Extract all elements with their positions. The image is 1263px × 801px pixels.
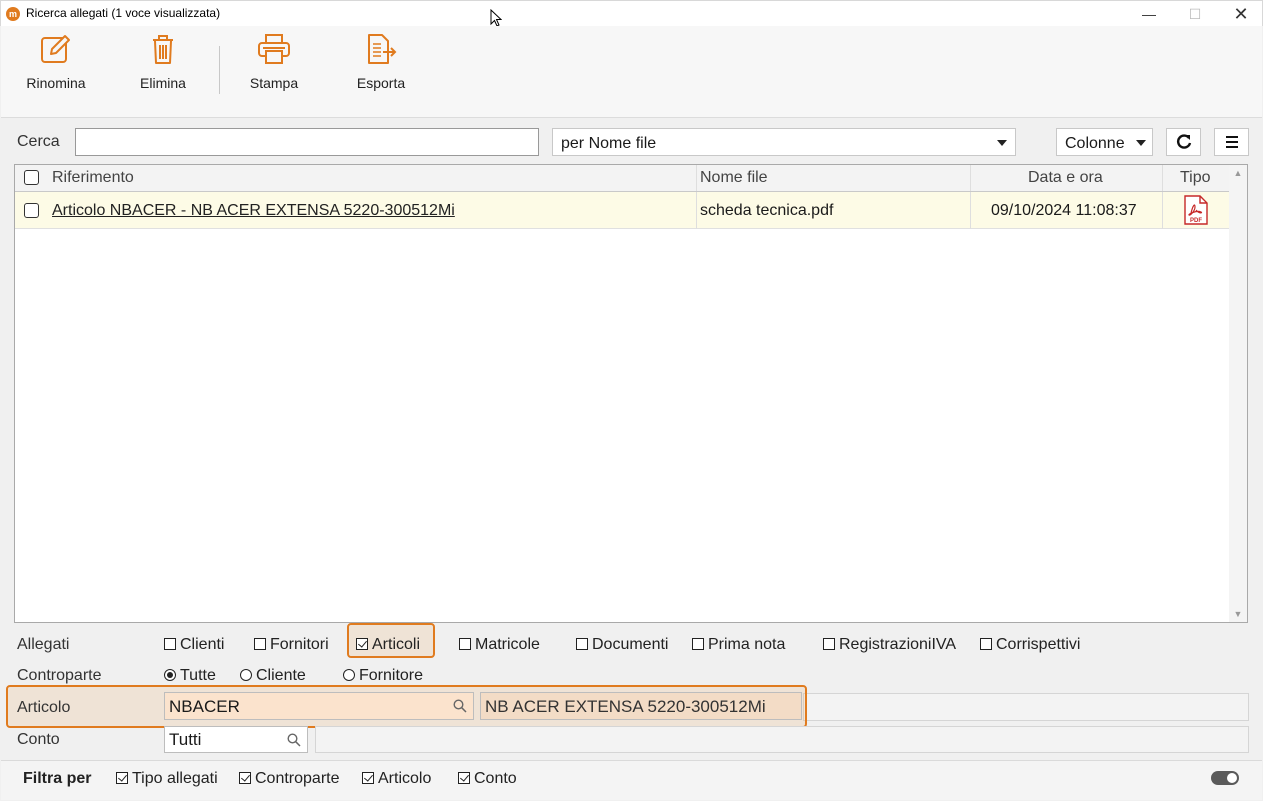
refresh-icon [1176,134,1191,149]
scroll-up-icon[interactable]: ▲ [1233,168,1243,178]
filter-by-articolo-checkbox[interactable]: Articolo [362,770,431,788]
scroll-down-icon[interactable]: ▼ [1233,609,1243,619]
filter-by-controparte-checkbox[interactable]: Controparte [239,770,340,788]
counterpart-fornitore-radio[interactable]: Fornitore [343,667,423,685]
article-description-field: NB ACER EXTENSA 5220-300512Mi [480,692,802,720]
search-mode-select[interactable]: per Nome file [552,128,1016,156]
columns-button[interactable]: Colonne [1056,128,1153,156]
column-separator [1162,165,1163,191]
filter-fornitori-checkbox[interactable]: Fornitori [254,636,329,654]
account-input[interactable]: Tutti [164,726,308,753]
print-label: Stampa [249,75,299,91]
filter-prima-nota-checkbox[interactable]: Prima nota [692,636,785,654]
select-all-checkbox[interactable] [24,170,39,186]
search-mode-value: per Nome file [561,135,657,152]
column-header-type[interactable]: Tipo [1180,165,1211,191]
account-value: Tutti [169,730,202,749]
print-button[interactable]: Stampa [229,32,319,91]
search-icon[interactable] [287,733,301,747]
account-description-field [315,726,1249,753]
columns-label: Colonne [1065,135,1125,152]
filter-articoli-checkbox[interactable]: Articoli [356,636,420,654]
trash-icon [153,35,173,64]
chevron-down-icon [1136,140,1146,146]
title-bar: m Ricerca allegati (1 voce visualizzata)… [0,0,1263,26]
table-header: Riferimento Nome file Data e ora Tipo [15,165,1229,192]
close-button[interactable]: ✕ [1218,1,1263,27]
export-button[interactable]: Esporta [336,32,426,91]
filter-registrazioni-iva-checkbox[interactable]: RegistrazioniIVA [823,636,956,654]
table-row[interactable]: Articolo NBACER - NB ACER EXTENSA 5220-3… [15,192,1229,229]
article-code-input[interactable]: NBACER [164,692,474,720]
mouse-cursor-icon [490,9,502,27]
filter-toggle-switch[interactable] [1211,771,1239,785]
rename-label: Rinomina [26,75,86,91]
column-separator [970,165,971,191]
filter-clienti-checkbox[interactable]: Clienti [164,636,224,654]
column-header-datetime[interactable]: Data e ora [1028,165,1103,191]
reference-link[interactable]: Articolo NBACER - NB ACER EXTENSA 5220-3… [52,192,455,229]
filter-by-label: Filtra per [23,770,92,787]
svg-text:PDF: PDF [1190,218,1202,224]
delete-button[interactable]: Elimina [118,32,208,91]
row-checkbox[interactable] [24,203,39,219]
export-label: Esporta [356,75,406,91]
filter-by-conto-checkbox[interactable]: Conto [458,770,517,788]
maximize-button[interactable]: ☐ [1172,1,1218,27]
column-separator [696,192,697,229]
minimize-button[interactable]: — [1126,1,1172,27]
pdf-file-icon[interactable]: PDF [1183,195,1209,226]
search-input[interactable] [75,128,539,156]
account-label: Conto [17,731,60,748]
menu-button[interactable] [1214,128,1249,156]
refresh-button[interactable] [1166,128,1201,156]
edit-icon [41,35,70,63]
article-label: Articolo [17,699,71,716]
column-header-reference[interactable]: Riferimento [52,165,134,191]
export-icon [368,34,397,64]
article-code-value: NBACER [169,697,240,716]
filter-documenti-checkbox[interactable]: Documenti [576,636,668,654]
app-logo-icon: m [6,7,20,21]
vertical-scrollbar[interactable]: ▲ ▼ [1229,165,1247,622]
counterpart-cliente-radio[interactable]: Cliente [240,667,306,685]
search-label: Cerca [17,133,60,150]
column-header-filename[interactable]: Nome file [700,165,768,191]
search-icon[interactable] [453,699,467,713]
toolbar-separator [219,46,220,94]
datetime-cell: 09/10/2024 11:08:37 [991,202,1137,219]
hamburger-menu-icon [1225,136,1238,148]
article-extra-field [803,693,1249,721]
attachments-table: Riferimento Nome file Data e ora Tipo Ar… [14,164,1248,623]
column-separator [1162,192,1163,229]
column-separator [696,165,697,191]
window-title: Ricerca allegati (1 voce visualizzata) [26,6,221,20]
filter-matricole-checkbox[interactable]: Matricole [459,636,540,654]
toolbar: Rinomina Elimina Stampa Esporta [1,26,1262,118]
counterpart-label: Controparte [17,667,102,684]
printer-icon [258,34,290,64]
counterpart-tutte-radio[interactable]: Tutte [164,667,216,685]
attachments-filter-label: Allegati [17,636,70,653]
article-description-value: NB ACER EXTENSA 5220-300512Mi [485,697,766,716]
rename-button[interactable]: Rinomina [11,32,101,91]
delete-label: Elimina [140,75,186,91]
filename-cell: scheda tecnica.pdf [700,202,834,219]
filter-corrispettivi-checkbox[interactable]: Corrispettivi [980,636,1080,654]
column-separator [970,192,971,229]
chevron-down-icon [997,140,1007,146]
filter-by-tipo-allegati-checkbox[interactable]: Tipo allegati [116,770,218,788]
